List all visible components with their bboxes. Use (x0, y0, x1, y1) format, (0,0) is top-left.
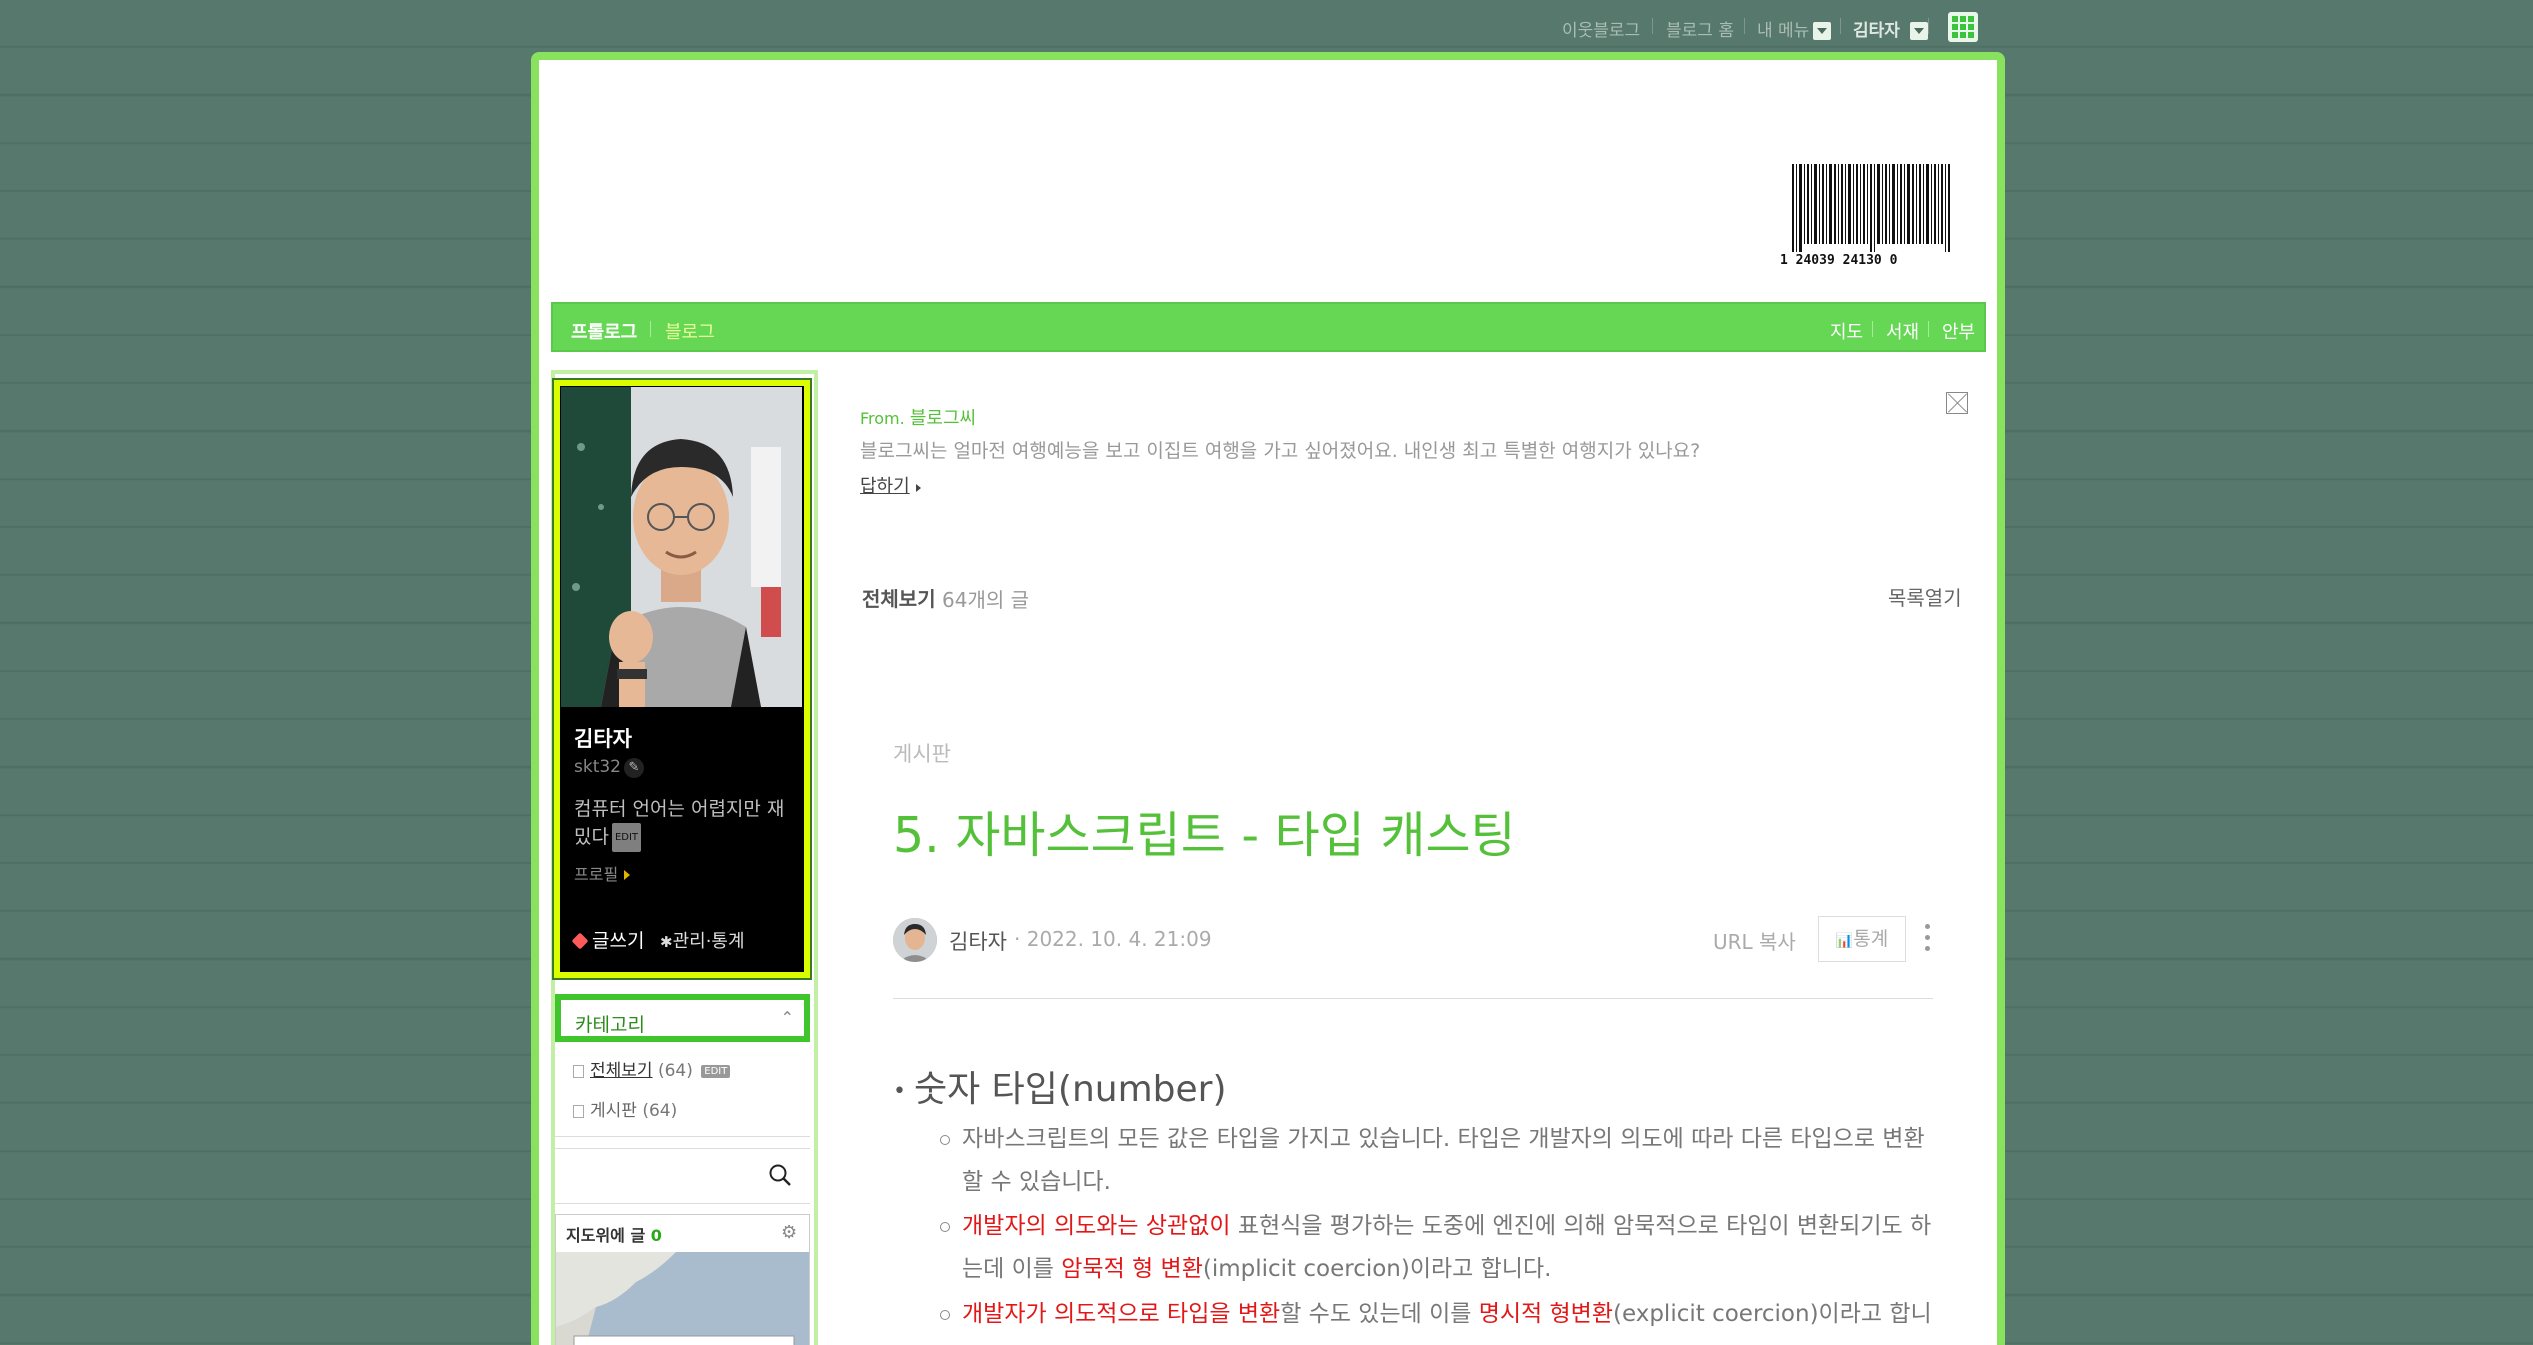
category-label: 전체보기 (590, 1061, 653, 1081)
map-post-count: 0 (650, 1226, 662, 1245)
emphasis-text: 개발자가 의도적으로 타입을 변환 (962, 1301, 1281, 1327)
plain-text: 할 수도 있는데 이를 (1280, 1301, 1479, 1327)
profile-description: 컴퓨터 언어는 어렵지만 재밌다 EDIT (574, 796, 794, 852)
profile-photo[interactable] (561, 387, 802, 707)
map-widget-title: 지도위에 글 0 (566, 1222, 662, 1246)
category-title: 카테고리 (575, 1014, 645, 1036)
all-posts-label[interactable]: 전체보기 (862, 583, 936, 612)
list-item: 개발자의 의도와는 상관없이 표현식을 평가하는 도중에 엔진에 의해 암묵적으… (940, 1205, 1940, 1291)
post-title: 5. 자바스크립트 - 타입 캐스팅 (893, 807, 1516, 864)
category-label: 게시판 (590, 1101, 637, 1121)
apps-grid-icon[interactable] (1948, 12, 1978, 42)
category-header[interactable]: 카테고리 ⌃ (555, 994, 810, 1042)
url-copy-button[interactable]: URL 복사 (1713, 926, 1796, 955)
chart-icon: 📊 (1835, 933, 1854, 949)
chevron-down-icon (1909, 22, 1928, 40)
user-menu-dropdown[interactable]: 김타자 (1853, 16, 1928, 41)
section-heading-text: 숫자 타입(number) (913, 1069, 1227, 1110)
emphasis-text: 암묵적 형 변환 (1061, 1256, 1203, 1282)
reply-link[interactable]: 답하기 (860, 472, 921, 498)
search-icon[interactable] (768, 1163, 792, 1187)
chevron-up-icon[interactable]: ⌃ (781, 1008, 794, 1027)
menu-library[interactable]: 서재 (1886, 318, 1919, 344)
menu-divider (650, 321, 651, 337)
file-icon (573, 1104, 584, 1118)
menu-guestbook[interactable]: 안부 (1942, 318, 1975, 344)
emphasis-text: 명시적 형변환 (1478, 1301, 1613, 1327)
divider (555, 1136, 810, 1137)
close-icon[interactable] (1946, 392, 1968, 414)
file-icon (573, 1064, 584, 1078)
open-list-button[interactable]: 목록열기 (1888, 582, 1962, 611)
plain-text: (explicit coercion)이라고 합니 (1613, 1301, 1932, 1327)
gnb-divider (1652, 18, 1653, 34)
bullet-circle-icon (940, 1135, 950, 1145)
profile-name: 김타자 (574, 727, 632, 751)
edit-badge[interactable]: EDIT (611, 823, 642, 852)
stats-label: 통계 (1853, 928, 1889, 950)
menu-blog[interactable]: 블로그 (665, 318, 715, 344)
bullet-icon: • (893, 1078, 906, 1104)
my-menu-dropdown[interactable]: 내 메뉴 (1757, 16, 1832, 41)
category-count: (64) (657, 1061, 693, 1081)
gnb-divider (1928, 18, 1929, 34)
menu-divider (1872, 321, 1873, 337)
barcode-logo: 1 24039 24130 0 (1780, 164, 1950, 266)
map-title-text: 지도위에 글 (566, 1226, 646, 1245)
plain-text: (implicit coercion)이라고 합니다. (1202, 1256, 1552, 1282)
gnb-divider (1744, 18, 1745, 34)
message-text: 블로그씨는 얼마전 여행예능을 보고 이집트 여행을 가고 싶어졌어요. 내인생… (860, 440, 1701, 462)
list-item-text: 개발자의 의도와는 상관없이 표현식을 평가하는 도중에 엔진에 의해 암묵적으… (962, 1205, 1940, 1291)
neighbor-blog-link[interactable]: 이웃블로그 (1562, 16, 1640, 41)
barcode-number: 1 24039 24130 0 (1780, 253, 1898, 266)
post-category[interactable]: 게시판 (893, 738, 951, 768)
admin-stats-button[interactable]: ✱관리·통계 (660, 927, 745, 953)
profile-id: skt32 (574, 757, 621, 777)
write-post-button[interactable]: 글쓰기 (571, 926, 645, 953)
section-heading: • 숫자 타입(number) (893, 1060, 1227, 1112)
divider (893, 998, 1933, 999)
admin-label: 관리·통계 (672, 931, 745, 952)
list-item-text: 개발자가 의도적으로 타입을 변환할 수도 있는데 이를 명시적 형변환(exp… (962, 1293, 1940, 1336)
emphasis-text: 개발자의 의도와는 상관없이 (962, 1213, 1231, 1239)
profile-description-text: 컴퓨터 언어는 어렵지만 재밌다 (574, 798, 785, 848)
gnb-divider (1840, 18, 1841, 34)
gear-icon: ✱ (660, 933, 673, 951)
list-item: 개발자가 의도적으로 타입을 변환할 수도 있는데 이를 명시적 형변환(exp… (940, 1293, 1940, 1336)
write-label: 글쓰기 (592, 930, 645, 952)
more-options-icon[interactable] (1925, 924, 1931, 954)
list-item: 자바스크립트의 모든 값은 타입을 가지고 있습니다. 타입은 개발자의 의도에… (940, 1118, 1940, 1204)
post-author[interactable]: 김타자 (949, 926, 1007, 956)
blog-home-link[interactable]: 블로그 홈 (1666, 16, 1734, 41)
bullet-circle-icon (940, 1310, 950, 1320)
edit-badge[interactable]: EDIT (701, 1064, 731, 1078)
edit-pencil-icon[interactable]: ✎ (624, 758, 644, 778)
pencil-icon (571, 932, 589, 950)
gear-icon[interactable]: ⚙ (781, 1222, 797, 1243)
chevron-down-icon (1813, 22, 1832, 40)
blog-menu-bar: 프롤로그 블로그 지도 서재 안부 (551, 302, 1986, 352)
category-item-board[interactable]: 게시판 (64) (573, 1096, 677, 1121)
from-name[interactable]: 블로그씨 (910, 408, 976, 429)
menu-map[interactable]: 지도 (1830, 318, 1863, 344)
my-menu-label: 내 메뉴 (1757, 21, 1810, 41)
from-label: From. 블로그씨 (860, 404, 976, 430)
profile-link[interactable]: 프로필 (574, 861, 630, 885)
post-count: 64개의 글 (942, 588, 1030, 612)
category-count: (64) (642, 1101, 678, 1121)
bullet-circle-icon (940, 1222, 950, 1232)
from-prefix: From. (860, 409, 905, 428)
menu-divider (1928, 321, 1929, 337)
category-item-all[interactable]: 전체보기 (64) EDIT (573, 1056, 731, 1081)
map-image[interactable] (556, 1252, 809, 1345)
avatar[interactable] (893, 918, 937, 962)
list-item-text: 자바스크립트의 모든 값은 타입을 가지고 있습니다. 타입은 개발자의 의도에… (962, 1126, 1925, 1195)
stats-button[interactable]: 📊통계 (1818, 916, 1906, 962)
user-name: 김타자 (1853, 21, 1900, 41)
menu-prologue[interactable]: 프롤로그 (571, 318, 637, 344)
global-nav: 이웃블로그 블로그 홈 내 메뉴 김타자 (0, 0, 2533, 56)
post-date: · 2022. 10. 4. 21:09 (1014, 927, 1212, 951)
